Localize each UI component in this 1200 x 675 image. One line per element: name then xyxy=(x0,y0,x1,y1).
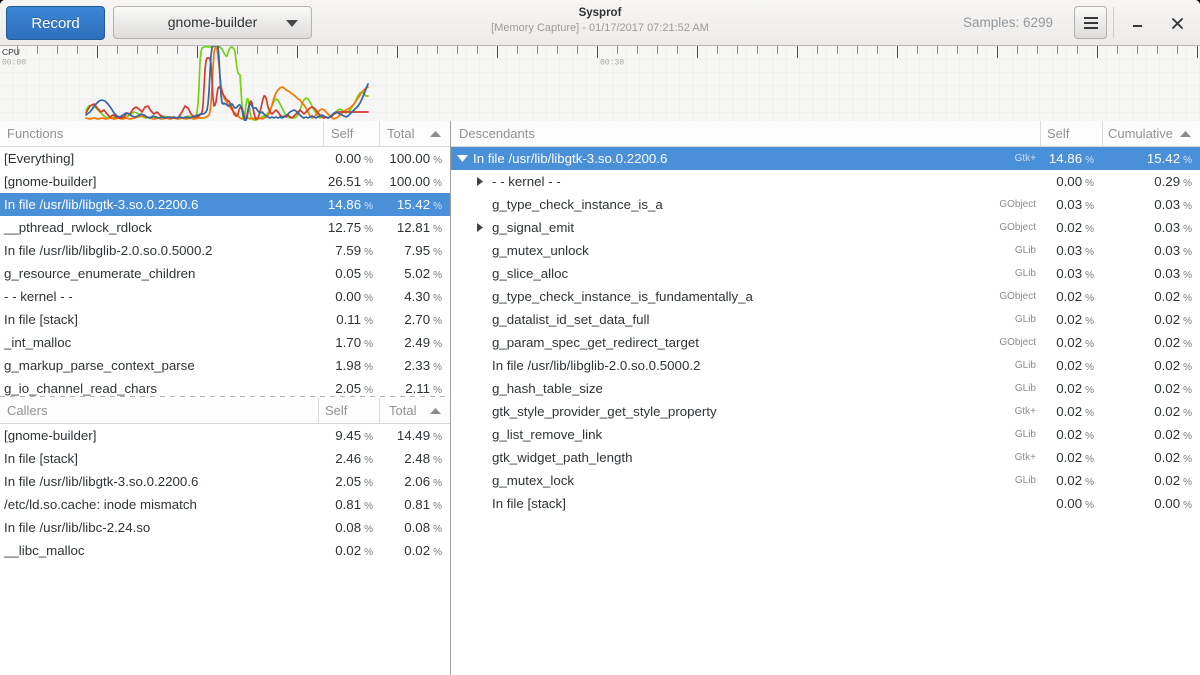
svg-text:00:30: 00:30 xyxy=(600,59,624,68)
svg-text:00:00: 00:00 xyxy=(2,59,26,68)
svg-text:CPU: CPU xyxy=(2,47,20,57)
